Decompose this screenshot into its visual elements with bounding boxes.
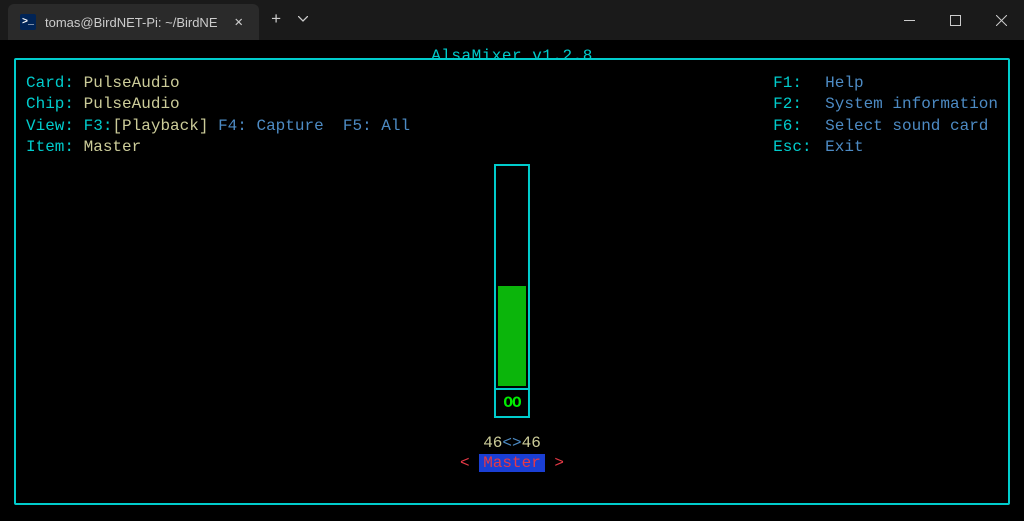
level-left: 46 [483, 434, 502, 452]
channel-name-row: < Master > [460, 454, 564, 472]
card-value: PulseAudio [84, 74, 180, 92]
new-tab-button[interactable]: + [262, 11, 290, 30]
level-separator: <> [502, 434, 521, 452]
volume-meter-fill [498, 286, 526, 386]
help-keys-panel: F1: Help F2: System information F6: Sele… [773, 73, 998, 158]
channel-name-label: Master [479, 454, 545, 472]
window-controls [886, 4, 1024, 36]
close-tab-button[interactable]: ✕ [231, 12, 247, 33]
view-all-option: F5: All [343, 117, 410, 135]
view-label: View: [26, 117, 74, 135]
tab-dropdown-button[interactable] [290, 14, 316, 26]
chip-value: PulseAudio [84, 95, 180, 113]
powershell-icon: >_ [20, 14, 36, 30]
mixer-channel-master[interactable]: OO 46<>46 < Master > [460, 164, 564, 472]
esc-desc: Exit [825, 137, 863, 158]
f2-key: F2: [773, 94, 825, 115]
minimize-button[interactable] [886, 4, 932, 36]
window-titlebar: >_ tomas@BirdNET-Pi: ~/BirdNE ✕ + [0, 0, 1024, 40]
chip-label: Chip: [26, 95, 74, 113]
item-value: Master [84, 138, 142, 156]
view-capture-option: F4: Capture [218, 117, 324, 135]
f6-desc: Select sound card [825, 116, 988, 137]
volume-meter[interactable] [494, 164, 530, 390]
view-f3-key: F3: [84, 117, 113, 135]
item-label: Item: [26, 138, 74, 156]
terminal-tab[interactable]: >_ tomas@BirdNET-Pi: ~/BirdNE ✕ [8, 4, 259, 40]
f6-key: F6: [773, 116, 825, 137]
f1-desc: Help [825, 73, 863, 94]
esc-key: Esc: [773, 137, 825, 158]
view-playback-selected: [Playback] [112, 117, 208, 135]
card-info-panel: Card: PulseAudio Chip: PulseAudio View: … [26, 73, 410, 158]
mute-indicator[interactable]: OO [494, 390, 530, 418]
select-bracket-left: < [460, 454, 479, 472]
card-label: Card: [26, 74, 74, 92]
level-right: 46 [522, 434, 541, 452]
maximize-button[interactable] [932, 4, 978, 36]
f2-desc: System information [825, 94, 998, 115]
volume-levels: 46<>46 [483, 434, 541, 452]
f1-key: F1: [773, 73, 825, 94]
tab-title: tomas@BirdNET-Pi: ~/BirdNE [45, 15, 218, 30]
terminal-pane[interactable]: AlsaMixer v1.2.8 Card: PulseAudio Chip: … [0, 40, 1024, 521]
tabs-area: >_ tomas@BirdNET-Pi: ~/BirdNE ✕ + [0, 0, 316, 40]
select-bracket-right: > [545, 454, 564, 472]
close-window-button[interactable] [978, 4, 1024, 36]
